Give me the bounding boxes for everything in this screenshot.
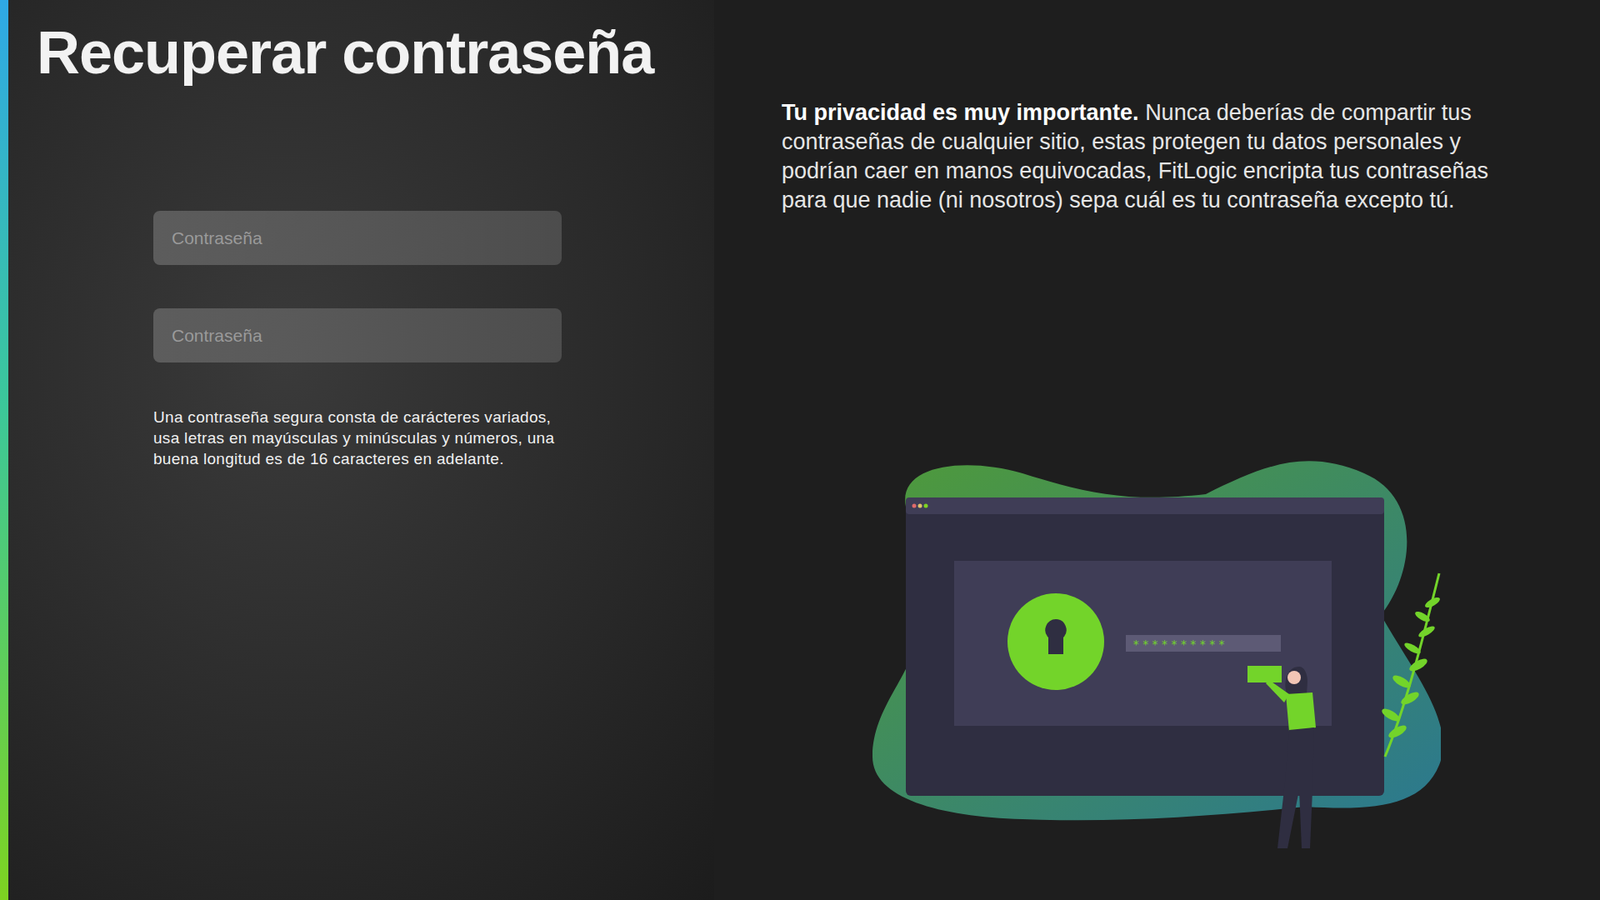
login-card [954, 560, 1332, 726]
password-hint: Una contraseña segura consta de carácter… [153, 406, 562, 470]
form-panel: Recuperar contraseña Una contraseña segur… [0, 0, 715, 900]
recover-password-page: Recuperar contraseña Una contraseña segur… [0, 0, 1600, 900]
submit-button-shape [1247, 665, 1282, 683]
accent-stripe [0, 0, 9, 900]
person-icon [1265, 666, 1316, 849]
blob-shape [872, 460, 1441, 820]
lock-icon [1007, 593, 1105, 690]
keyhole-icon [1045, 619, 1066, 655]
security-illustration-icon: ********** [872, 456, 1441, 857]
info-panel: Tu privacidad es muy importante. Nunca d… [714, 0, 1600, 900]
password-bar [1125, 635, 1281, 652]
browser-titlebar [905, 497, 1385, 515]
plant-icon [1380, 573, 1441, 757]
page-title: Recuperar contraseña [36, 20, 715, 86]
window-dot-icon [918, 504, 923, 509]
password-form: Una contraseña segura consta de carácter… [153, 210, 562, 470]
privacy-text: Tu privacidad es muy importante. Nunca d… [781, 98, 1532, 215]
password-field[interactable] [153, 308, 562, 363]
privacy-heading: Tu privacidad es muy importante. [781, 100, 1140, 125]
password-field[interactable] [153, 210, 562, 265]
window-dot-icon [912, 504, 917, 509]
window-dot-icon [924, 504, 929, 509]
password-mask: ********** [1132, 637, 1228, 651]
